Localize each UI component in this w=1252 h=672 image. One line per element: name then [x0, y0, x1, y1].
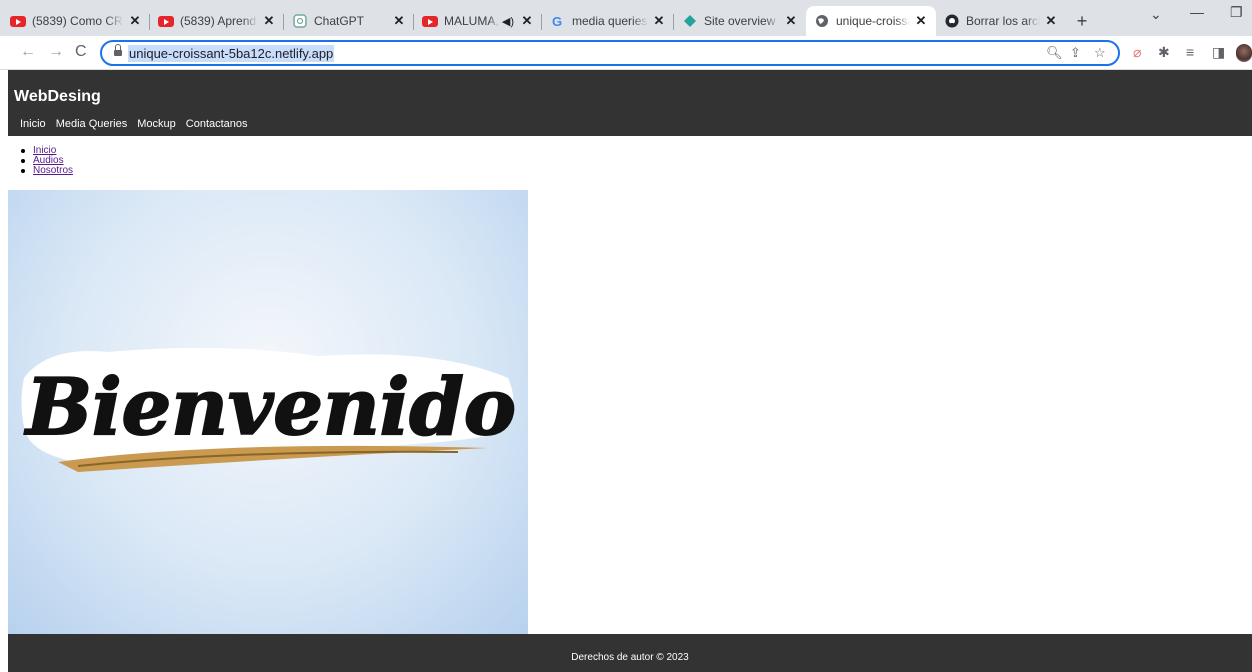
- minimize-icon[interactable]: —: [1190, 4, 1204, 20]
- reading-list-icon[interactable]: ≡: [1186, 44, 1194, 60]
- browser-tab[interactable]: (5839) Aprend ✕: [150, 6, 284, 36]
- site-footer: Derechos de autor © 2023: [8, 634, 1252, 672]
- zoom-icon[interactable]: 🔍︎: [1046, 45, 1063, 61]
- hero-lettering: Bienvenido: [24, 362, 516, 453]
- close-icon[interactable]: ✕: [262, 13, 276, 29]
- browser-tab[interactable]: Site overview | un ✕: [674, 6, 806, 36]
- close-icon[interactable]: ✕: [1044, 13, 1058, 29]
- site-nav: Inicio Media Queries Mockup Contactanos: [20, 118, 248, 130]
- secondary-link-list: Inicio Audios Nosotros: [20, 146, 73, 176]
- nav-link-media-queries[interactable]: Media Queries: [56, 118, 128, 130]
- bookmark-star-icon[interactable]: ☆: [1094, 45, 1106, 61]
- youtube-icon: [422, 13, 438, 29]
- tab-title: unique-croissant: [836, 14, 910, 28]
- close-icon[interactable]: ✕: [914, 13, 928, 29]
- tab-title: Borrar los archivo: [966, 14, 1040, 28]
- browser-tab[interactable]: (5839) Como CRE ✕: [2, 6, 150, 36]
- close-icon[interactable]: ✕: [784, 13, 798, 29]
- tab-title: ChatGPT: [314, 14, 365, 28]
- address-url[interactable]: unique-croissant-5ba12c.netlify.app: [128, 45, 335, 62]
- tab-search-icon[interactable]: ⌄: [1150, 6, 1162, 23]
- site-header: WebDesing Inicio Media Queries Mockup Co…: [8, 70, 1252, 136]
- youtube-icon: [10, 13, 26, 29]
- globe-icon: [814, 13, 830, 29]
- lock-icon[interactable]: [114, 44, 122, 57]
- youtube-icon: [158, 13, 174, 29]
- hero-image: Bienvenido: [8, 190, 528, 634]
- close-icon[interactable]: ✕: [128, 13, 142, 29]
- browser-tab-strip: (5839) Como CRE ✕ (5839) Aprend ✕ ChatGP…: [0, 0, 1252, 36]
- svg-text:G: G: [552, 14, 562, 28]
- google-icon: G: [550, 13, 566, 29]
- nav-link-mockup[interactable]: Mockup: [137, 118, 176, 130]
- copyright-text: Derechos de autor © 2023: [571, 652, 689, 663]
- browser-tab[interactable]: ChatGPT ✕: [284, 6, 414, 36]
- tab-title: Site overview | un: [704, 14, 780, 28]
- share-icon[interactable]: ⇪: [1070, 45, 1081, 61]
- reload-icon[interactable]: C: [75, 43, 87, 61]
- netlify-icon: [682, 13, 698, 29]
- browser-tab[interactable]: Borrar los archivo ✕: [936, 6, 1066, 36]
- browser-tab[interactable]: G media queries - E ✕: [542, 6, 674, 36]
- link-nosotros[interactable]: Nosotros: [33, 165, 73, 176]
- bienvenido-sticker: Bienvenido: [21, 347, 517, 472]
- github-icon: [944, 13, 960, 29]
- browser-toolbar: ← → C unique-croissant-5ba12c.netlify.ap…: [0, 36, 1252, 70]
- tab-title: media queries - E: [572, 14, 648, 28]
- close-icon[interactable]: ✕: [392, 13, 406, 29]
- list-item: Nosotros: [20, 166, 73, 176]
- tab-title: (5839) Aprend: [180, 14, 257, 28]
- tab-title: MALUMA, KA: [444, 14, 500, 28]
- new-tab-button[interactable]: +: [1071, 11, 1093, 33]
- back-icon[interactable]: ←: [20, 43, 36, 61]
- browser-tab[interactable]: MALUMA, KA ◀) ✕: [414, 6, 542, 36]
- chatgpt-icon: [292, 13, 308, 29]
- extensions-icon[interactable]: ✱: [1158, 44, 1170, 61]
- side-panel-icon[interactable]: ◨: [1212, 44, 1225, 61]
- eraser-extension-icon[interactable]: ⌀: [1133, 44, 1141, 61]
- profile-avatar[interactable]: [1236, 44, 1252, 62]
- forward-icon[interactable]: →: [48, 43, 64, 61]
- site-title: WebDesing: [14, 88, 101, 105]
- address-bar[interactable]: unique-croissant-5ba12c.netlify.app 🔍︎ ⇪…: [100, 40, 1120, 66]
- restore-icon[interactable]: ❐: [1230, 4, 1243, 21]
- tab-title: (5839) Como CRE: [32, 14, 124, 28]
- close-icon[interactable]: ✕: [520, 13, 534, 29]
- browser-tab-active[interactable]: unique-croissant ✕: [806, 6, 936, 36]
- speaker-icon[interactable]: ◀): [502, 15, 514, 28]
- close-icon[interactable]: ✕: [652, 13, 666, 29]
- nav-link-contactanos[interactable]: Contactanos: [186, 118, 248, 130]
- nav-link-inicio[interactable]: Inicio: [20, 118, 46, 130]
